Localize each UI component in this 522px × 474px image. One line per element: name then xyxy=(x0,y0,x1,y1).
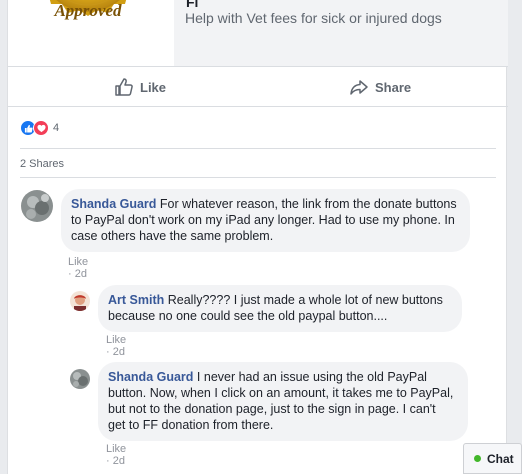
comment-author[interactable]: Shanda Guard xyxy=(108,370,193,384)
link-thumbnail[interactable]: Approved xyxy=(8,0,174,66)
comment-time[interactable]: 2d xyxy=(113,346,125,358)
like-label: Like xyxy=(140,79,167,95)
share-button[interactable]: Share xyxy=(349,77,411,97)
comment-time[interactable]: 2d xyxy=(75,268,87,280)
post-actions-bar: Like Share xyxy=(8,67,508,107)
share-label: Share xyxy=(375,79,412,95)
chat-label: Chat xyxy=(487,451,514,466)
link-title[interactable]: Fi xyxy=(186,0,198,10)
avatar[interactable] xyxy=(70,369,90,389)
comment-meta: Like · 2d xyxy=(106,334,127,358)
comment-like-link[interactable]: Like xyxy=(106,334,126,346)
comment-bubble: Shanda Guard For whatever reason, the li… xyxy=(61,189,470,252)
avatar[interactable] xyxy=(70,291,90,311)
comment-author[interactable]: Shanda Guard xyxy=(71,197,156,211)
avatar-icon xyxy=(70,369,90,389)
like-button[interactable]: Like xyxy=(114,77,166,97)
badge-text: Approved xyxy=(53,1,122,20)
shared-link-card[interactable]: Approved Fi Help with Vet fees for sick … xyxy=(8,0,508,67)
divider xyxy=(20,177,496,178)
love-reaction-icon xyxy=(33,120,49,136)
comment-meta: Like · 2d xyxy=(68,256,89,280)
comment-time[interactable]: 2d xyxy=(113,455,125,467)
thumbs-up-icon xyxy=(115,78,133,96)
share-arrow-icon xyxy=(350,80,368,95)
comment-bubble: Shanda Guard I never had an issue using … xyxy=(98,362,468,441)
shares-count-link[interactable]: 2 Shares xyxy=(20,158,64,170)
comment-meta: Like · 2d xyxy=(106,443,127,467)
avatar[interactable] xyxy=(21,190,53,222)
link-description[interactable]: Help with Vet fees for sick or injured d… xyxy=(185,10,442,26)
reaction-count: 4 xyxy=(53,122,60,134)
comment-author[interactable]: Art Smith xyxy=(108,293,164,307)
badge-seal-icon: Approved xyxy=(49,0,127,20)
comment-like-link[interactable]: Like xyxy=(106,443,126,455)
chat-tab[interactable]: Chat xyxy=(463,443,522,474)
comment-bubble: Art Smith Really???? I just made a whole… xyxy=(98,285,462,332)
comment-like-link[interactable]: Like xyxy=(68,256,88,268)
avatar-icon xyxy=(21,190,53,222)
divider xyxy=(20,148,496,149)
online-dot-icon xyxy=(474,455,481,462)
reactions-summary[interactable]: 4 xyxy=(20,120,59,136)
avatar-icon xyxy=(70,291,90,311)
post-card: Approved Fi Help with Vet fees for sick … xyxy=(7,0,508,474)
